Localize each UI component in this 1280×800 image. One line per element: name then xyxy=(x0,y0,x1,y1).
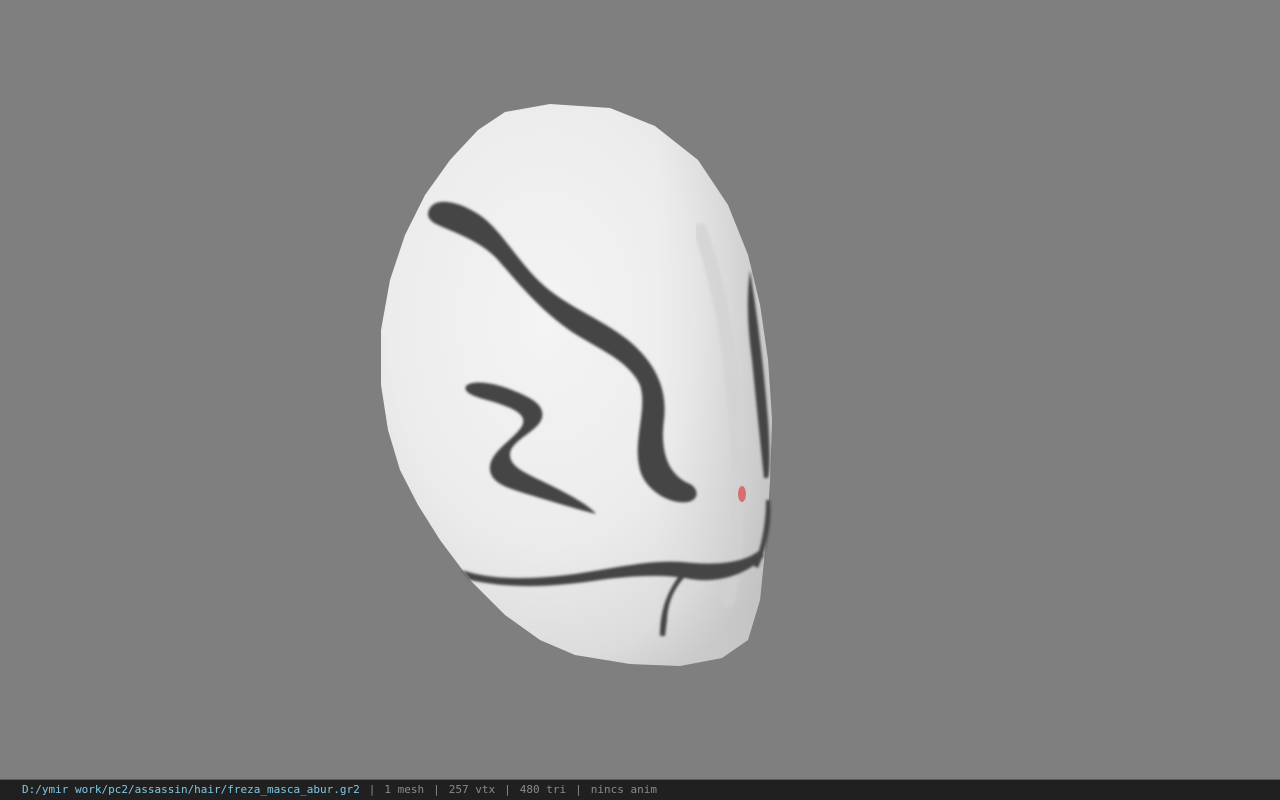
mesh-count-label: 1 mesh xyxy=(384,783,425,796)
separator: | xyxy=(368,783,376,796)
file-path-label: D:/ymir work/pc2/assassin/hair/freza_mas… xyxy=(22,783,360,796)
animation-status-label: nincs anim xyxy=(590,783,657,796)
separator: | xyxy=(504,783,511,796)
separator: | xyxy=(575,783,582,796)
mask-red-dot xyxy=(738,486,746,502)
separator: | xyxy=(433,783,440,796)
vertex-count-label: 257 vtx xyxy=(448,783,496,796)
mask-model[interactable] xyxy=(0,0,1280,779)
triangle-count-label: 480 tri xyxy=(519,783,567,796)
3d-viewport[interactable] xyxy=(0,0,1280,779)
status-bar: D:/ymir work/pc2/assassin/hair/freza_mas… xyxy=(0,779,1280,800)
